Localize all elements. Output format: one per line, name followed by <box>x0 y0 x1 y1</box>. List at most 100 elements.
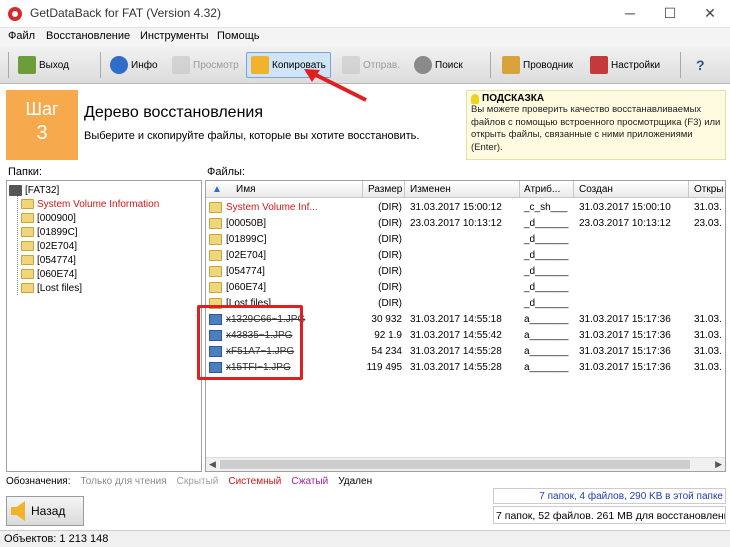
file-opened: 31.03. <box>694 202 722 213</box>
hint-body: Вы можете проверить качество восстанавли… <box>471 104 721 153</box>
drive-icon <box>9 184 22 196</box>
tree-item[interactable]: [Lost files] <box>21 281 82 295</box>
tree-item[interactable]: [054774] <box>21 253 76 267</box>
explorer-button[interactable]: Проводник <box>498 52 577 78</box>
tree-item-label: [060E74] <box>37 268 78 280</box>
close-button[interactable]: ✕ <box>690 0 730 28</box>
col-size[interactable]: Размер <box>368 184 402 195</box>
col-modified[interactable]: Изменен <box>410 184 451 195</box>
file-opened: 23.03. <box>694 218 722 229</box>
file-created: 31.03.2017 15:17:36 <box>579 314 671 325</box>
file-attr: a_______ <box>524 330 569 341</box>
step-indicator: Шаг 3 <box>6 90 78 160</box>
file-size: 54 234 <box>371 346 402 357</box>
folder-icon <box>209 250 222 261</box>
legend-label: Обозначения: <box>6 476 71 487</box>
toolbar-separator <box>8 52 9 78</box>
file-size: (DIR) <box>378 202 402 213</box>
tree-item[interactable]: [000900] <box>21 211 76 225</box>
legend-item: Только для чтения <box>80 476 167 487</box>
menu-file[interactable]: Файл <box>8 30 35 42</box>
file-size: (DIR) <box>378 234 402 245</box>
settings-button[interactable]: Настройки <box>586 52 664 78</box>
file-size: (DIR) <box>378 298 402 309</box>
folder-icon <box>21 255 34 265</box>
annotation-arrow-icon <box>304 69 367 102</box>
minimize-button[interactable]: ─ <box>610 0 650 28</box>
tree-item-label: [01899C] <box>37 226 78 238</box>
step-label: Шаг <box>25 99 59 119</box>
legend-item: Системный <box>228 476 282 487</box>
scroll-left-icon[interactable]: ◀ <box>209 459 216 470</box>
legend-items: Только для чтения Скрытый Системный Сжатый У… <box>80 476 372 490</box>
file-modified: 31.03.2017 14:55:28 <box>410 346 502 357</box>
menu-recovery[interactable]: Восстановление <box>46 30 130 42</box>
file-attr: _d______ <box>524 266 569 277</box>
file-opened: 31.03. <box>694 362 722 373</box>
table-row[interactable]: [054774] (DIR) _d______ <box>206 264 725 280</box>
file-opened: 31.03. <box>694 314 722 325</box>
search-button[interactable]: Поиск <box>410 52 467 78</box>
col-name[interactable]: Имя <box>236 184 255 195</box>
highlight-box <box>197 305 303 380</box>
horizontal-scrollbar[interactable]: ◀ ▶ <box>206 457 725 471</box>
tree-item[interactable]: [060E74] <box>21 267 77 281</box>
tree-item-label: [Lost files] <box>37 282 83 294</box>
file-modified: 31.03.2017 14:55:18 <box>410 314 502 325</box>
file-attr: a_______ <box>524 362 569 373</box>
tree-root[interactable]: [FAT32] <box>9 183 59 197</box>
file-modified: 31.03.2017 14:55:28 <box>410 362 502 373</box>
object-count: Объектов: 1 213 148 <box>4 533 109 545</box>
menu-bar: Файл Восстановление Инструменты Помощь <box>0 28 730 46</box>
lightbulb-icon <box>471 93 479 104</box>
sort-up-icon[interactable]: ▲ <box>212 184 222 195</box>
legend-item: Скрытый <box>176 476 219 487</box>
recovery-summary: 7 папок, 52 файлов. 261 MB для восстанов… <box>493 506 726 524</box>
help-button[interactable]: ? <box>692 52 709 78</box>
step-subtitle: Выберите и скопируйте файлы, которые вы … <box>84 130 420 142</box>
hint-panel: ПОДСКАЗКА Вы можете проверить качество в… <box>466 90 726 160</box>
file-attr: _d______ <box>524 282 569 293</box>
back-button[interactable]: Назад <box>6 496 84 526</box>
file-attr: _d______ <box>524 250 569 261</box>
window-title: GetDataBack for FAT (Version 4.32) <box>30 6 221 20</box>
explorer-icon <box>502 56 520 74</box>
file-name: [01899C] <box>226 234 267 245</box>
step-number: 3 <box>36 122 48 144</box>
files-label: Файлы: <box>207 166 246 178</box>
file-name: [060E74] <box>226 282 267 293</box>
menu-help[interactable]: Помощь <box>217 30 260 42</box>
folder-tree[interactable]: [FAT32] System Volume Information [00090… <box>6 180 202 472</box>
file-modified: 23.03.2017 10:13:12 <box>410 218 502 229</box>
table-row[interactable]: System Volume Inf... (DIR) 31.03.2017 15:0… <box>206 200 725 216</box>
table-row[interactable]: [01899C] (DIR) _d______ <box>206 232 725 248</box>
table-row[interactable]: [060E74] (DIR) _d______ <box>206 280 725 296</box>
title-bar: GetDataBack for FAT (Version 4.32) ─ ☐ ✕ <box>0 0 730 28</box>
preview-label: Просмотр <box>193 59 239 71</box>
table-row[interactable]: [00050B] (DIR) 23.03.2017 10:13:12 _d______… <box>206 216 725 232</box>
legend-item: Сжатый <box>291 476 329 487</box>
col-opened[interactable]: Откры <box>694 184 723 195</box>
folder-icon <box>21 269 34 279</box>
tree-item[interactable]: [01899C] <box>21 225 78 239</box>
file-size: (DIR) <box>378 266 402 277</box>
legend-item: Удален <box>338 476 373 487</box>
back-arrow-icon <box>11 501 25 521</box>
scrollbar-thumb[interactable] <box>220 460 690 469</box>
maximize-button[interactable]: ☐ <box>650 0 690 28</box>
tree-item-label: [000900] <box>37 212 76 224</box>
folder-icon <box>21 241 34 251</box>
step-heading: Дерево восстановления <box>84 104 263 121</box>
col-created[interactable]: Создан <box>579 184 613 195</box>
info-button[interactable]: Инфо <box>106 52 162 78</box>
scroll-right-icon[interactable]: ▶ <box>715 459 722 470</box>
table-row[interactable]: [02E704] (DIR) _d______ <box>206 248 725 264</box>
exit-button[interactable]: Выход <box>14 52 73 78</box>
menu-tools[interactable]: Инструменты <box>140 30 209 42</box>
tree-item[interactable]: System Volume Information <box>21 197 159 211</box>
tree-item[interactable]: [02E704] <box>21 239 77 253</box>
col-attributes[interactable]: Атриб... <box>524 184 560 195</box>
info-icon <box>110 56 128 74</box>
preview-button: Просмотр <box>168 52 243 78</box>
legend: Обозначения: Только для чтения Скрытый Сис… <box>6 476 372 490</box>
